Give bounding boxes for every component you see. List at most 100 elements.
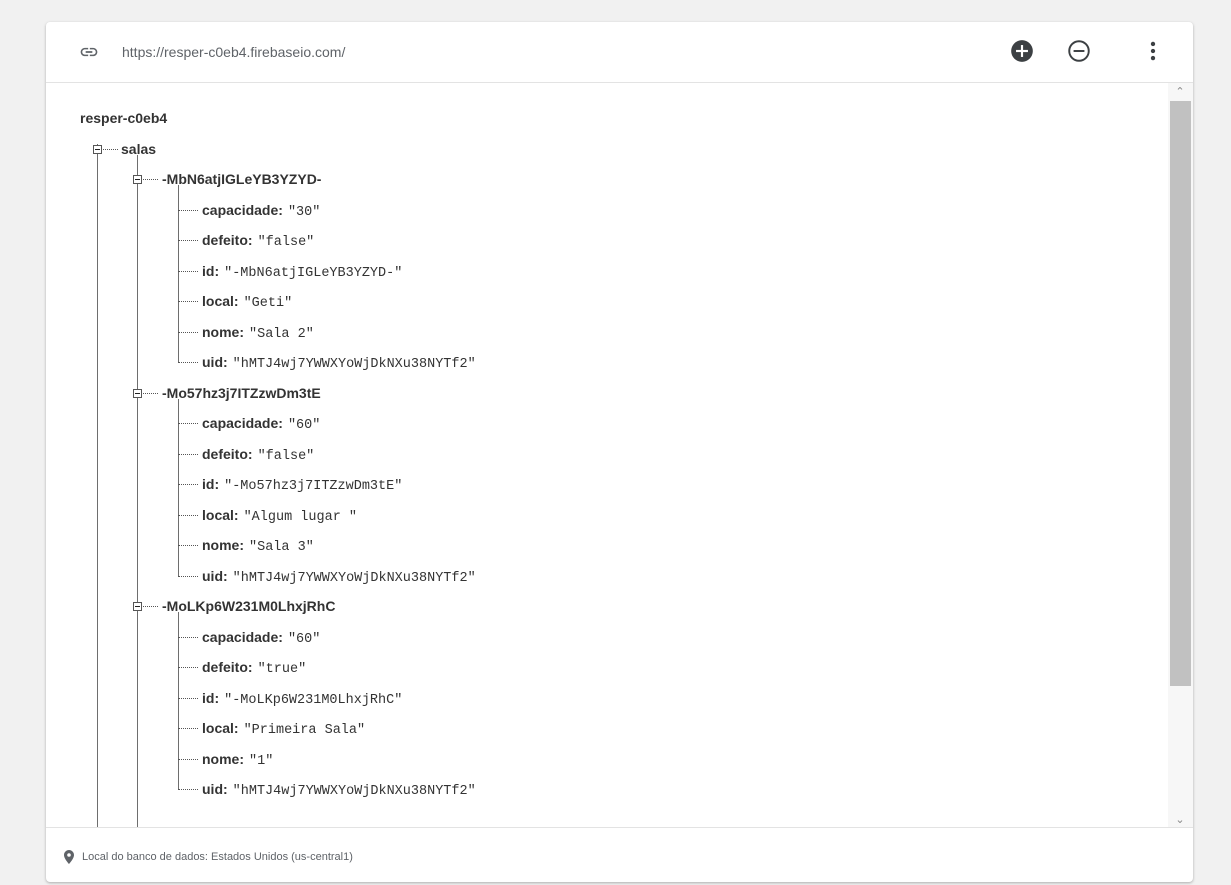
tree-connector <box>178 545 198 546</box>
tree-leaf-field[interactable]: uid: "hMTJ4wj7YWWXYoWjDkNXu38NYTf2" <box>202 567 476 586</box>
node-value[interactable]: "Sala 2" <box>249 327 314 342</box>
node-key: defeito: <box>202 659 253 675</box>
tree-leaf-field[interactable]: nome: "Sala 3" <box>202 536 314 555</box>
tree-connector <box>178 270 198 272</box>
collapse-toggle-icon[interactable] <box>133 175 142 184</box>
collapse-toggle-icon[interactable] <box>133 602 142 611</box>
collapse-toggle-icon[interactable] <box>133 388 142 398</box>
tree-connector <box>178 453 198 455</box>
tree-leaf-field[interactable]: id: "-Mo57hz3j7ITZzwDm3tE" <box>202 475 402 494</box>
node-key: id: <box>202 262 220 279</box>
tree-leaf-field[interactable]: defeito: "false" <box>202 231 315 250</box>
remove-circle-icon <box>1068 40 1090 62</box>
tree-leaf-field[interactable]: capacidade: "60" <box>202 628 320 647</box>
node-value[interactable]: "Sala 3" <box>249 540 314 555</box>
tree-guide-line <box>178 398 179 576</box>
tree-node-record[interactable]: -MoLKp6W231M0LhxjRhC <box>162 597 335 615</box>
tree-node-record[interactable]: -MbN6atjIGLeYB3YZYD- <box>162 170 321 188</box>
scroll-up-arrow-icon[interactable]: ⌃ <box>1172 85 1188 99</box>
tree-leaf-field[interactable]: uid: "hMTJ4wj7YWWXYoWjDkNXu38NYTf2" <box>202 353 476 372</box>
location-pin-icon <box>64 850 74 864</box>
node-key: defeito: <box>202 232 253 248</box>
database-header: https://resper-c0eb4.firebaseio.com/ <box>46 22 1193 83</box>
tree-connector <box>178 301 198 302</box>
node-key: local: <box>202 506 239 523</box>
node-key: local: <box>202 720 239 736</box>
tree-leaf-field[interactable]: capacidade: "60" <box>202 414 320 433</box>
node-key: uid: <box>202 354 228 370</box>
tree-leaf-field[interactable]: defeito: "true" <box>202 658 307 677</box>
node-key: capacidade: <box>202 628 283 645</box>
tree-leaf-field[interactable]: local: "Algum lugar " <box>202 506 357 525</box>
node-value[interactable]: "false" <box>258 449 315 464</box>
tree-leaf-field[interactable]: local: "Primeira Sala" <box>202 719 366 738</box>
node-key: nome: <box>202 750 244 767</box>
tree-connector <box>178 728 198 729</box>
tree-leaf-field[interactable]: id: "-MoLKp6W231M0LhxjRhC" <box>202 689 402 708</box>
node-key: -MoLKp6W231M0LhxjRhC <box>162 598 336 614</box>
data-tree-viewport: resper-c0eb4 salas -MbN6atjIGLeYB3YZYD-cap… <box>46 83 1168 827</box>
node-value[interactable]: "true" <box>258 662 307 677</box>
node-key: nome: <box>202 323 244 340</box>
tree-connector <box>178 209 198 211</box>
vertical-scrollbar[interactable]: ⌃ ⌄ <box>1168 83 1193 827</box>
tree-connector <box>178 636 198 638</box>
node-key: uid: <box>202 781 228 797</box>
tree-leaf-field[interactable]: defeito: "false" <box>202 445 315 464</box>
node-key: salas <box>121 140 157 157</box>
node-value[interactable]: "-Mo57hz3j7ITZzwDm3tE" <box>224 479 402 494</box>
tree-node-record[interactable]: -Mo57hz3j7ITZzwDm3tE <box>162 384 321 402</box>
node-key: -MbN6atjIGLeYB3YZYD- <box>162 171 322 187</box>
scroll-down-arrow-icon[interactable]: ⌄ <box>1172 813 1188 827</box>
tree-guide-line <box>97 144 98 827</box>
tree-connector <box>178 789 198 790</box>
tree-connector <box>178 667 198 668</box>
node-value[interactable]: "60" <box>288 632 320 647</box>
database-footer: Local do banco de dados: Estados Unidos … <box>46 827 1193 882</box>
tree-connector <box>178 423 198 424</box>
tree-leaf-field[interactable]: capacidade: "30" <box>202 201 320 220</box>
tree-connector <box>178 514 198 516</box>
remove-button[interactable] <box>1066 38 1092 64</box>
tree-connector <box>178 575 198 577</box>
more-options-button[interactable] <box>1140 38 1166 64</box>
tree-guide-line <box>137 154 138 827</box>
node-key: id: <box>202 689 220 706</box>
node-key: uid: <box>202 567 228 584</box>
node-key: local: <box>202 293 239 309</box>
collapse-toggle-icon[interactable] <box>93 144 102 154</box>
tree-leaf-field[interactable]: nome: "Sala 2" <box>202 323 314 342</box>
database-url: https://resper-c0eb4.firebaseio.com/ <box>122 44 346 60</box>
node-value[interactable]: "1" <box>249 754 273 769</box>
database-location: Local do banco de dados: Estados Unidos … <box>82 851 353 863</box>
tree-leaf-field[interactable]: local: "Geti" <box>202 292 293 311</box>
node-value[interactable]: "Algum lugar " <box>244 510 357 525</box>
node-value[interactable]: "hMTJ4wj7YWWXYoWjDkNXu38NYTf2" <box>233 357 476 372</box>
add-circle-icon <box>1011 40 1033 62</box>
tree-leaf-field[interactable]: nome: "1" <box>202 750 273 769</box>
node-value[interactable]: "hMTJ4wj7YWWXYoWjDkNXu38NYTf2" <box>233 571 476 586</box>
node-key: capacidade: <box>202 201 283 218</box>
node-value[interactable]: "-MoLKp6W231M0LhxjRhC" <box>224 693 402 708</box>
node-key: capacidade: <box>202 415 283 431</box>
tree-leaf-field[interactable]: uid: "hMTJ4wj7YWWXYoWjDkNXu38NYTf2" <box>202 780 476 799</box>
tree-root[interactable]: resper-c0eb4 <box>80 109 167 127</box>
tree-leaf-field[interactable]: id: "-MbN6atjIGLeYB3YZYD-" <box>202 262 402 281</box>
more-vert-icon <box>1150 41 1156 61</box>
node-value[interactable]: "60" <box>288 418 320 433</box>
node-value[interactable]: "false" <box>258 235 315 250</box>
tree-guide-line <box>178 612 179 789</box>
tree-connector <box>178 362 198 363</box>
tree-connector <box>178 240 198 241</box>
node-value[interactable]: "Geti" <box>244 296 293 311</box>
node-value[interactable]: "hMTJ4wj7YWWXYoWjDkNXu38NYTf2" <box>233 784 476 799</box>
scrollbar-thumb[interactable] <box>1170 101 1191 686</box>
node-value[interactable]: "Primeira Sala" <box>244 723 366 738</box>
tree-node-salas[interactable]: salas <box>121 140 156 158</box>
node-value[interactable]: "-MbN6atjIGLeYB3YZYD-" <box>224 266 402 281</box>
node-value[interactable]: "30" <box>288 205 320 220</box>
node-key: defeito: <box>202 445 253 462</box>
add-button[interactable] <box>1009 38 1035 64</box>
tree-connector <box>178 697 198 699</box>
tree-guide-line <box>178 185 179 362</box>
